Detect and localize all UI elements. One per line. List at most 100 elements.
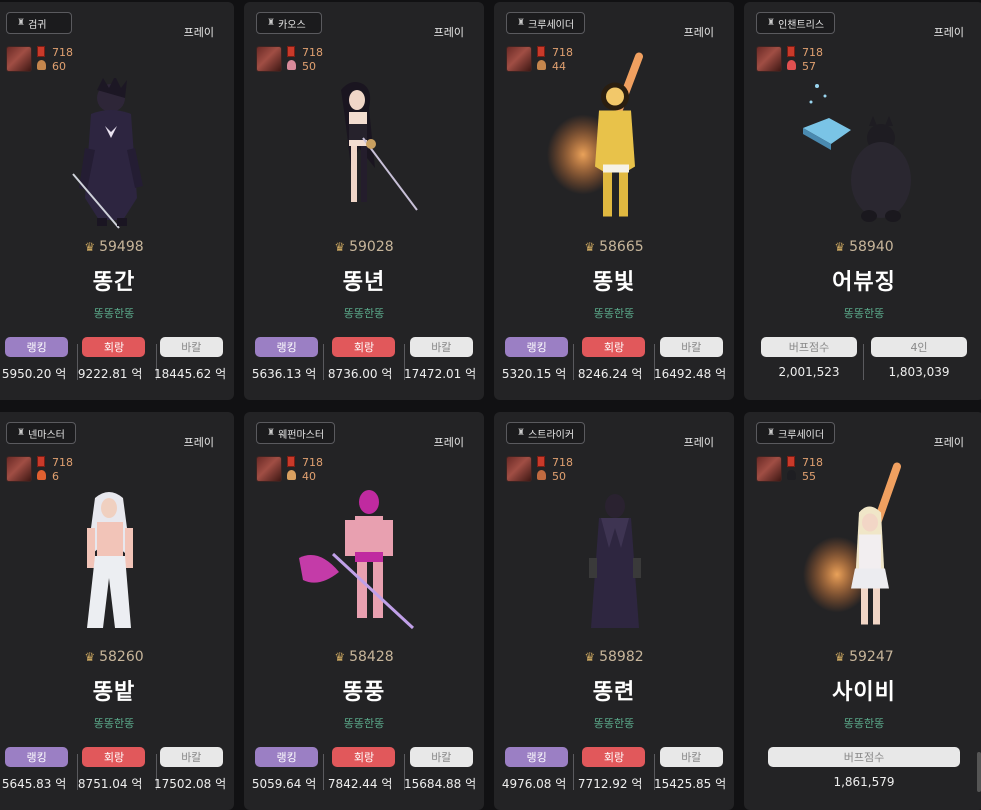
level-value: 718 <box>52 46 73 59</box>
dragon-avatar-icon <box>756 46 782 72</box>
four-party-badge[interactable]: 4인 <box>871 337 967 357</box>
crown-icon: ♛ <box>84 650 96 664</box>
job-tag: ♜ 웨펀마스터 <box>256 422 336 444</box>
job-label: 검귀 <box>28 19 47 31</box>
play-label: 프레이 <box>433 436 464 449</box>
ribbon-icon <box>37 456 45 467</box>
character-card[interactable]: ♜ 스트라이커 프레이 718 50 ♛ 58982 똥련 똥똥한똥 랭킹 회랑 바칼… <box>494 412 734 810</box>
level-value: 718 <box>302 456 323 469</box>
job-label: 크루세이더 <box>528 19 575 31</box>
corridor-badge[interactable]: 회랑 <box>82 337 146 357</box>
play-label: 프레이 <box>183 436 214 449</box>
bakal-badge[interactable]: 바칼 <box>159 337 223 357</box>
character-name[interactable]: 어뷰징 <box>744 264 981 296</box>
ribbon-icon <box>287 456 295 467</box>
character-card[interactable]: ♜ 크루세이더 프레이 718 55 ♛ 59247 사이비 똥똥한똥 버프점수 1,… <box>744 412 981 810</box>
crown-icon: ♛ <box>834 240 846 254</box>
character-name[interactable]: 똥빛 <box>494 264 734 296</box>
job-tag: ♜ 카오스 <box>256 12 322 34</box>
buff-score-badge[interactable]: 버프점수 <box>768 747 960 767</box>
play-label: 프레이 <box>433 26 464 39</box>
bakal-value: 15425.85 억 <box>654 777 727 791</box>
bakal-badge[interactable]: 바칼 <box>159 747 223 767</box>
dragon-avatar-icon <box>256 46 282 72</box>
corridor-badge[interactable]: 회랑 <box>582 747 646 767</box>
corridor-value: 7842.44 억 <box>327 777 393 791</box>
stats-row: 718 60 <box>6 46 73 74</box>
power-score: ♛ 58665 <box>584 239 644 255</box>
character-name[interactable]: 똥련 <box>494 674 734 706</box>
sub-value: 50 <box>552 470 566 483</box>
badge-row: 랭킹 회랑 바칼 <box>244 337 484 357</box>
ranking-badge[interactable]: 랭킹 <box>255 747 319 767</box>
character-portrait <box>547 52 643 217</box>
crown-icon: ♛ <box>334 240 346 254</box>
character-name[interactable]: 똥간 <box>0 264 234 296</box>
character-name[interactable]: 똥년 <box>244 264 484 296</box>
character-card[interactable]: ♜ 카오스 프레이 718 50 ♛ 59028 똥년 똥똥한똥 랭킹 회랑 바칼 <box>244 2 484 400</box>
buff-score-badge[interactable]: 버프점수 <box>761 337 857 357</box>
job-icon: ♜ <box>267 18 276 28</box>
character-card[interactable]: ♜검귀 프레이 71860 ♛59498 똥간 똥똥한똥 랭킹 회랑 바칼 <box>0 2 234 400</box>
value-row: 5636.13 억 8736.00 억 17472.01 억 <box>244 365 484 382</box>
ranking-value: 4976.08 억 <box>501 777 567 791</box>
dragon-avatar-icon <box>506 46 532 72</box>
guild-name: 똥똥한똥 <box>843 717 885 730</box>
stats-row: 718 50 <box>506 456 573 484</box>
character-name[interactable]: 똥풍 <box>244 674 484 706</box>
job-label: 카오스 <box>278 19 306 31</box>
corridor-badge[interactable]: 회랑 <box>582 337 646 357</box>
value-row: 5059.64 억 7842.44 억 15684.88 억 <box>244 775 484 792</box>
sub-value: 57 <box>802 60 816 73</box>
character-card[interactable]: ♜ 크루세이더 프레이 718 44 ♛ 58665 똥빛 똥똥한똥 랭킹 회랑 바칼 <box>494 2 734 400</box>
sub-value: 6 <box>52 470 59 483</box>
ranking-badge[interactable]: 랭킹 <box>505 337 569 357</box>
badge-row: 랭킹 회랑 바칼 <box>0 747 234 767</box>
ranking-value: 5950.20 억 <box>1 367 67 381</box>
ranking-badge[interactable]: 랭킹 <box>5 337 69 357</box>
guild-name: 똥똥한똥 <box>93 307 135 320</box>
bakal-value: 17472.01 억 <box>404 367 477 381</box>
ranking-value: 5645.83 억 <box>1 777 67 791</box>
character-card[interactable]: ♜ 넨마스터 프레이 718 6 ♛ 58260 똥밭 똥똥한똥 랭킹 회랑 바칼 5… <box>0 412 234 810</box>
corridor-badge[interactable]: 회랑 <box>82 747 146 767</box>
job-tag: ♜ 검귀 <box>6 12 72 34</box>
value-row: 5950.20 억 9222.81 억 18445.62 억 <box>0 365 234 382</box>
dragon-avatar-icon <box>506 456 532 482</box>
character-card[interactable]: ♜ 웨펀마스터 프레이 718 40 ♛ 58428 똥풍 똥똥한똥 랭킹 회랑 바칼 <box>244 412 484 810</box>
sub-value: 40 <box>302 470 316 483</box>
job-tag: ♜ 스트라이커 <box>506 422 586 444</box>
character-name[interactable]: 똥밭 <box>0 674 234 706</box>
bakal-badge[interactable]: 바칼 <box>659 337 723 357</box>
job-tag: ♜ 크루세이더 <box>506 12 586 34</box>
bakal-value: 18445.62 억 <box>154 367 227 381</box>
corridor-badge[interactable]: 회랑 <box>332 337 396 357</box>
ribbon-icon <box>287 46 295 57</box>
character-mini-icon <box>287 470 296 480</box>
level-value: 718 <box>552 456 573 469</box>
ranking-badge[interactable]: 랭킹 <box>5 747 69 767</box>
job-tag: ♜ 넨마스터 <box>6 422 76 444</box>
scrollbar-thumb[interactable] <box>977 752 981 792</box>
bakal-value: 16492.48 억 <box>654 367 727 381</box>
character-name[interactable]: 사이비 <box>744 674 981 706</box>
buff-score-value: 1,861,579 <box>833 775 895 789</box>
ranking-badge[interactable]: 랭킹 <box>505 747 569 767</box>
buff-score-value: 2,001,523 <box>778 365 840 379</box>
bakal-badge[interactable]: 바칼 <box>409 337 473 357</box>
corridor-value: 7712.92 억 <box>577 777 643 791</box>
character-grid: ♜검귀 프레이 71860 ♛59498 똥간 똥똥한똥 랭킹 회랑 바칼 <box>0 0 981 810</box>
character-portrait <box>341 82 418 211</box>
bakal-badge[interactable]: 바칼 <box>659 747 723 767</box>
crown-icon: ♛ <box>84 240 96 254</box>
power-score: ♛ 58260 <box>84 649 144 665</box>
sub-value: 50 <box>302 60 316 73</box>
corridor-value: 8246.24 억 <box>577 367 643 381</box>
character-mini-icon <box>287 60 296 70</box>
corridor-badge[interactable]: 회랑 <box>332 747 396 767</box>
character-card[interactable]: ♜ 인챈트리스 프레이 718 57 ♛ 58940 어뷰징 똥똥한똥 버프점수 4인 <box>744 2 981 400</box>
ranking-badge[interactable]: 랭킹 <box>255 337 319 357</box>
sub-value: 60 <box>52 60 66 73</box>
guild-name: 똥똥한똥 <box>343 717 385 730</box>
bakal-badge[interactable]: 바칼 <box>409 747 473 767</box>
